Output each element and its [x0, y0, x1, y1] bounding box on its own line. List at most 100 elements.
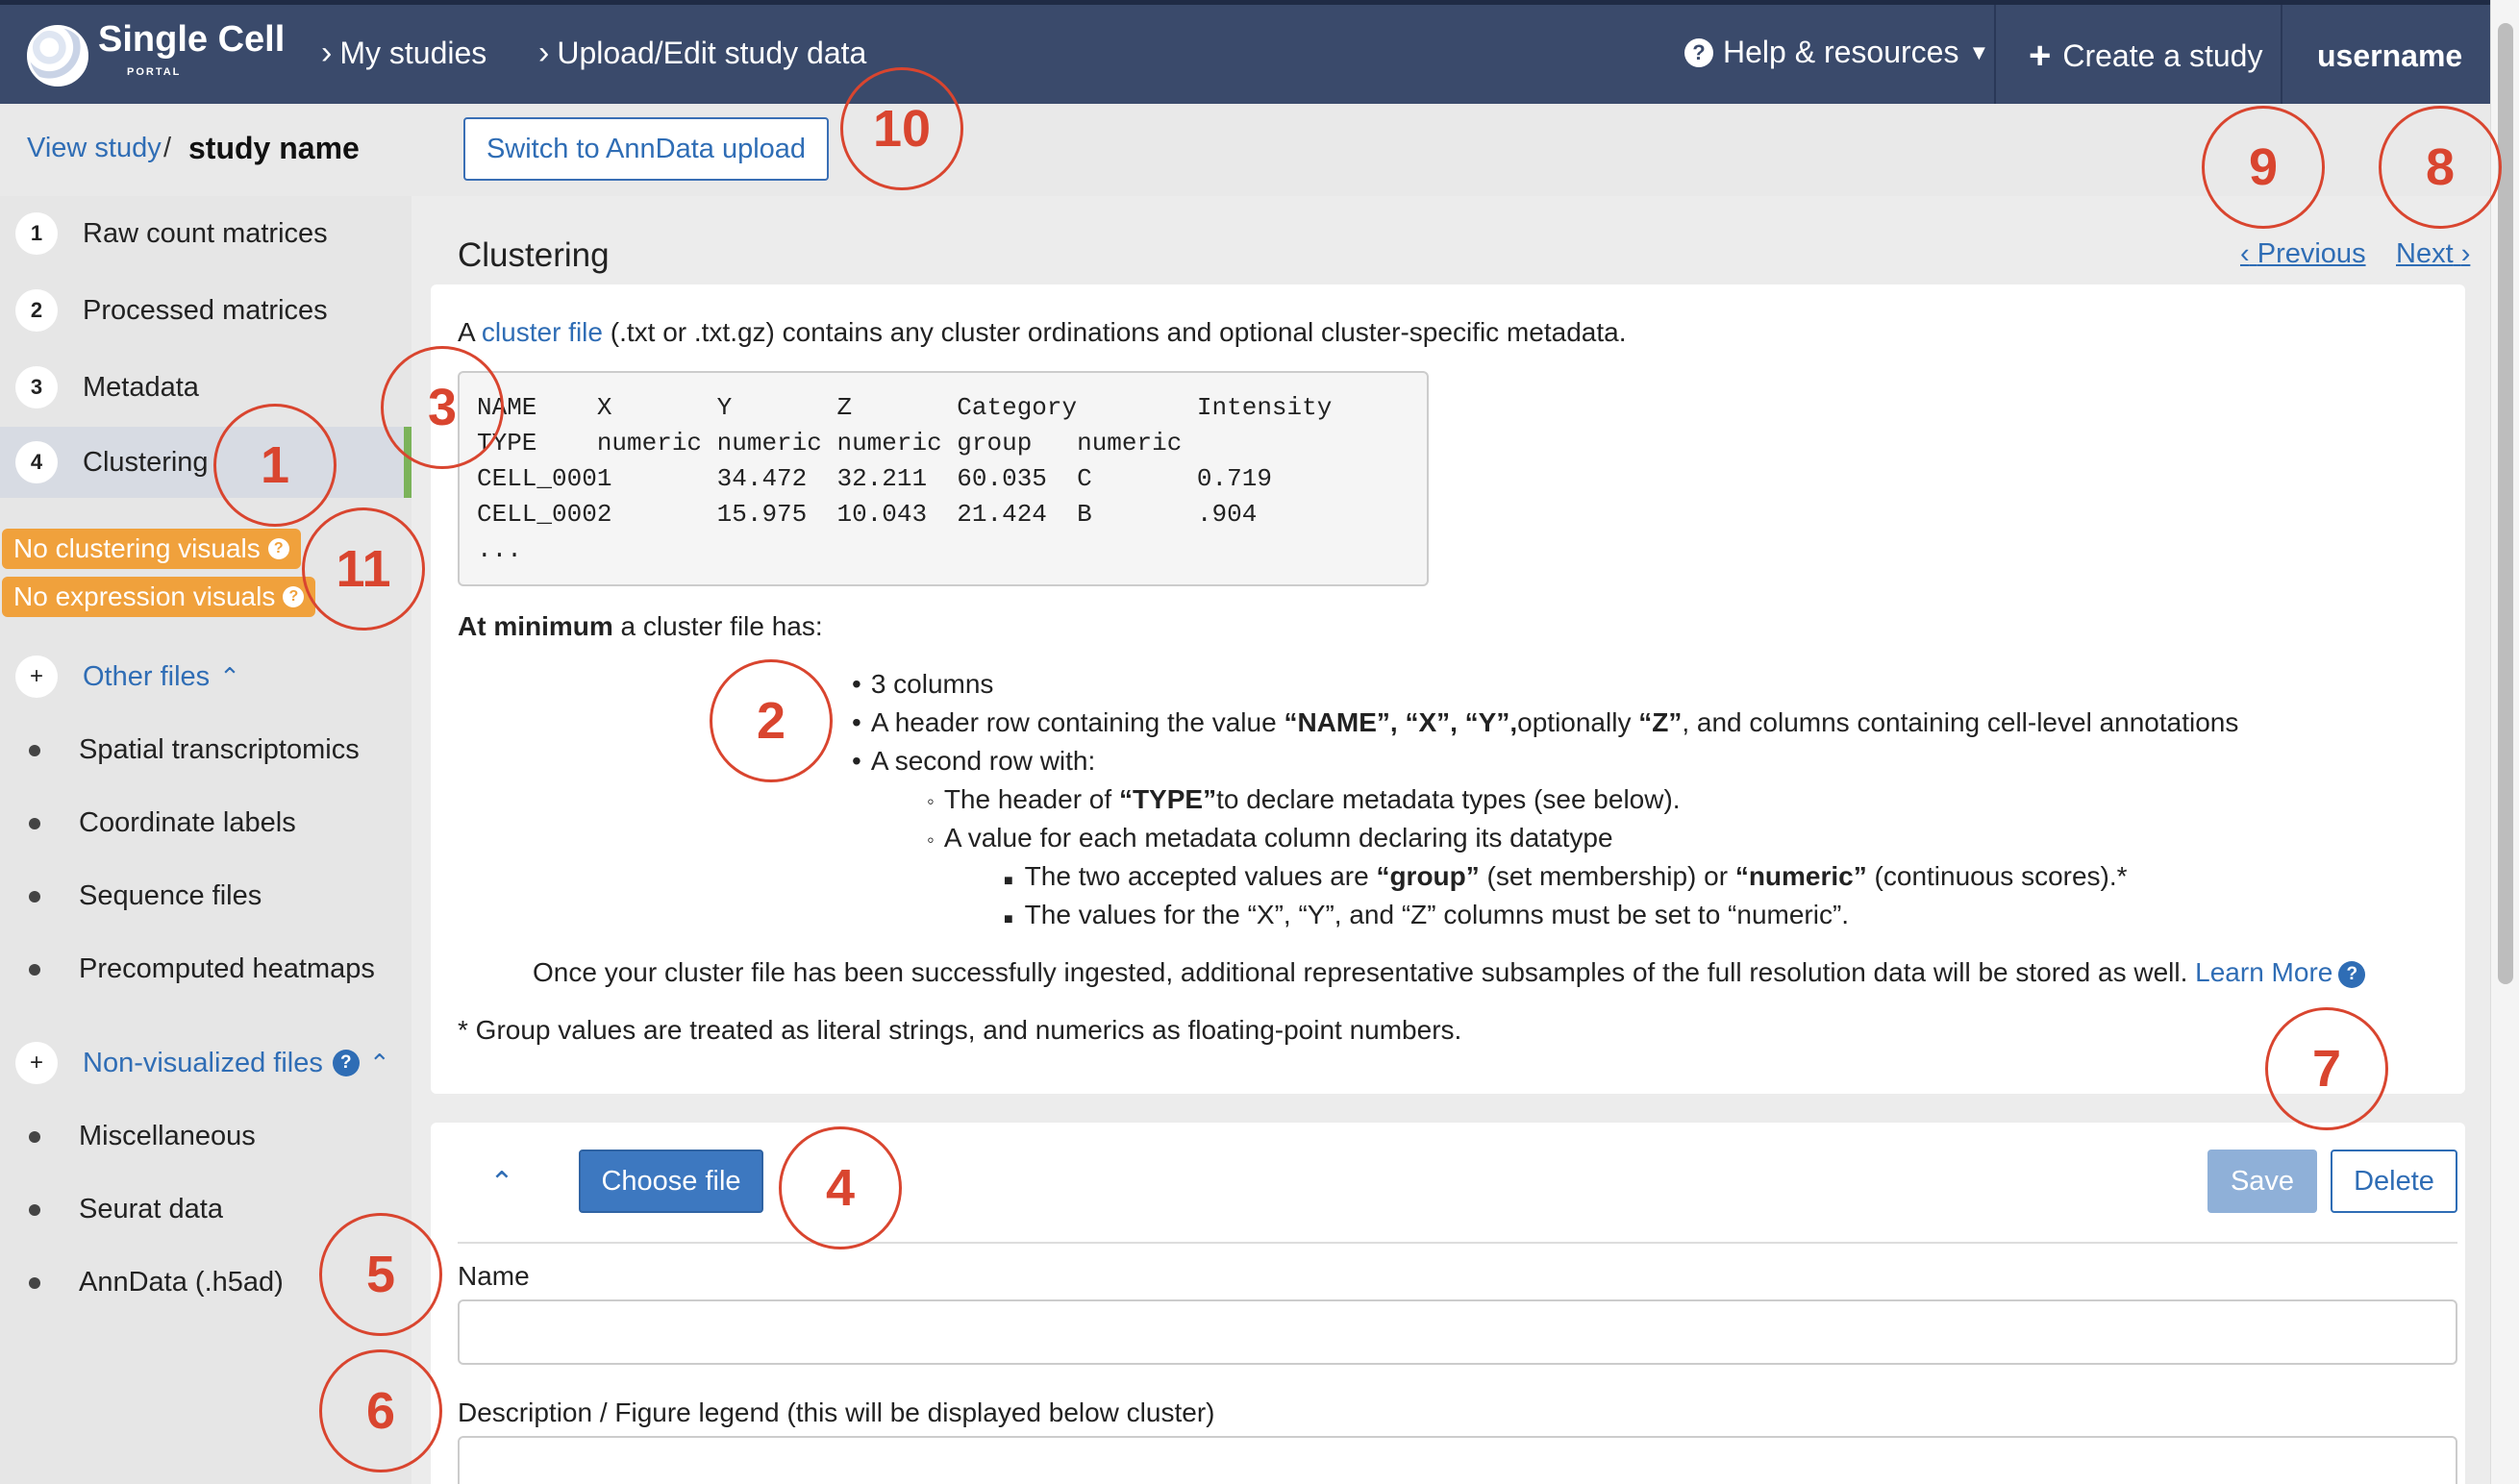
list-item: • A header row containing the value “NAME… — [852, 707, 2239, 737]
cluster-file-link[interactable]: cluster file — [482, 317, 603, 347]
previous-link[interactable]: ‹ Previous — [2240, 238, 2366, 270]
annotation-7: 7 — [2265, 1007, 2388, 1130]
bullet-icon — [29, 817, 40, 829]
next-label: Next — [2396, 238, 2454, 269]
sidebar-item-seurat[interactable]: Seurat data — [0, 1194, 223, 1225]
page-title: Clustering — [458, 236, 610, 274]
portal-logo[interactable]: Single Cell PORTAL — [27, 21, 285, 90]
footnote: * Group values are treated as literal st… — [458, 1015, 1462, 1045]
nav-divider — [2281, 5, 2282, 104]
no-expression-visuals-badge[interactable]: No expression visuals? — [2, 577, 316, 617]
step-number: 1 — [15, 212, 58, 255]
switch-anndata-button[interactable]: Switch to AnnData upload — [463, 117, 829, 181]
sidebar-step-metadata[interactable]: 3 Metadata — [0, 352, 412, 423]
choose-file-button[interactable]: Choose file — [579, 1150, 763, 1213]
chevron-up-icon: ⌃ — [219, 661, 240, 691]
sidebar-group-other-files[interactable]: + Other files ⌃ — [0, 655, 240, 698]
at-minimum-rest: a cluster file has: — [612, 611, 823, 641]
sidebar-item-label: Precomputed heatmaps — [79, 953, 375, 984]
nav-create-study[interactable]: + Create a study — [2029, 35, 2262, 78]
nav-upload-edit[interactable]: › Upload/Edit study data — [538, 35, 866, 72]
name-input[interactable] — [458, 1299, 2457, 1365]
list-item-bold: “NAME”, “X”, “Y”, — [1284, 707, 1518, 737]
breadcrumb-separator: / — [163, 133, 172, 163]
sidebar-group-non-visualized[interactable]: + Non-visualized files ? ⌃ — [0, 1042, 390, 1084]
question-icon[interactable]: ? — [332, 1050, 360, 1076]
annotation-3: 3 — [381, 346, 504, 469]
ingest-note-text: Once your cluster file has been successf… — [533, 957, 2188, 987]
previous-label: Previous — [2257, 238, 2366, 269]
breadcrumb-view-study[interactable]: View study — [27, 133, 162, 164]
plus-icon: + — [15, 655, 58, 698]
delete-button[interactable]: Delete — [2331, 1150, 2457, 1213]
sidebar-item-heatmaps[interactable]: Precomputed heatmaps — [0, 953, 375, 985]
step-number: 2 — [15, 289, 58, 332]
sidebar-step-processed[interactable]: 2 Processed matrices — [0, 275, 412, 346]
learn-more-link[interactable]: Learn More — [2195, 957, 2332, 987]
list-item-text: 3 columns — [870, 669, 994, 699]
save-button[interactable]: Save — [2207, 1150, 2317, 1213]
annotation-11: 11 — [302, 507, 425, 631]
description-input[interactable] — [458, 1436, 2457, 1484]
list-item-text: A second row with: — [870, 746, 1096, 776]
step-label: Clustering — [83, 446, 209, 478]
intro-post: (.txt or .txt.gz) contains any cluster o… — [602, 317, 1627, 347]
annotation-5: 5 — [319, 1213, 442, 1336]
badge-label: No expression visuals — [13, 581, 276, 611]
sidebar-item-label: Spatial transcriptomics — [79, 734, 360, 765]
list-item-text: (continuous scores).* — [1866, 861, 2128, 891]
list-item: ◦ The header of “TYPE”to declare metadata… — [927, 784, 1681, 814]
nav-my-studies-label: My studies — [339, 36, 487, 70]
nav-upload-edit-label: Upload/Edit study data — [557, 36, 867, 70]
at-minimum-text: At minimum a cluster file has: — [458, 611, 823, 642]
step-label: Processed matrices — [83, 294, 328, 326]
list-item-text: The two accepted values are — [1024, 861, 1377, 891]
list-item-text: (set membership) or — [1479, 861, 1735, 891]
list-item: ■ The two accepted values are “group” (se… — [1004, 861, 2128, 891]
nav-help-dropdown[interactable]: ? Help & resources ▼ — [1684, 35, 1989, 70]
bullet-icon — [29, 890, 40, 903]
list-item-bold: “numeric” — [1734, 861, 1867, 891]
sidebar-step-raw-counts[interactable]: 1 Raw count matrices — [0, 198, 412, 269]
chevron-right-icon: › — [538, 35, 550, 71]
list-item: ■ The values for the “X”, “Y”, and “Z” co… — [1004, 900, 1850, 929]
description-label: Description / Figure legend (this will b… — [458, 1397, 1215, 1427]
ingest-note: Once your cluster file has been successf… — [533, 957, 2366, 988]
sidebar-item-sequence-files[interactable]: Sequence files — [0, 880, 262, 912]
sidebar-item-spatial[interactable]: Spatial transcriptomics — [0, 734, 360, 766]
list-item-text: optionally — [1517, 707, 1639, 737]
help-circle-icon: ? — [1684, 37, 1713, 67]
divider — [458, 1242, 2457, 1244]
bullet-icon — [29, 1203, 40, 1216]
sidebar-item-anndata[interactable]: AnnData (.h5ad) — [0, 1267, 284, 1298]
sidebar-item-label: Sequence files — [79, 880, 262, 911]
collapse-chevron-up-icon[interactable]: ⌃ — [483, 1163, 521, 1201]
code-sample: NAME X Y Z Category Intensity TYPE numer… — [458, 371, 1429, 586]
globe-logo-icon — [27, 25, 88, 87]
sidebar-item-misc[interactable]: Miscellaneous — [0, 1121, 256, 1152]
chevron-left-icon: ‹ — [2240, 238, 2250, 269]
list-item: • A second row with: — [852, 746, 1096, 776]
user-menu[interactable]: username — [2317, 38, 2462, 74]
step-label: Raw count matrices — [83, 217, 328, 249]
list-item-bold: “TYPE” — [1118, 784, 1217, 814]
list-item-text: A value for each metadata column declari… — [943, 823, 1613, 853]
annotation-2: 2 — [710, 659, 833, 782]
annotation-9: 9 — [2202, 106, 2325, 229]
list-item-text: The header of — [943, 784, 1119, 814]
bullet-icon — [29, 963, 40, 976]
no-clustering-visuals-badge[interactable]: No clustering visuals? — [2, 529, 301, 569]
step-label: Metadata — [83, 371, 199, 403]
nav-my-studies[interactable]: › My studies — [321, 35, 486, 72]
breadcrumb-study-name: study name — [188, 131, 360, 165]
annotation-6: 6 — [319, 1349, 442, 1472]
study-header-bar — [0, 104, 2490, 196]
chevron-right-icon: › — [321, 35, 333, 71]
sidebar-step-clustering[interactable]: 4 Clustering — [0, 427, 412, 498]
chevron-up-icon: ⌃ — [368, 1048, 390, 1077]
question-icon[interactable]: ? — [2338, 960, 2366, 988]
list-item-text: , and columns containing cell-level anno… — [1682, 707, 2239, 737]
list-item: • 3 columns — [852, 669, 994, 699]
sidebar-item-coordinate-labels[interactable]: Coordinate labels — [0, 807, 296, 839]
next-link[interactable]: Next › — [2396, 238, 2470, 270]
